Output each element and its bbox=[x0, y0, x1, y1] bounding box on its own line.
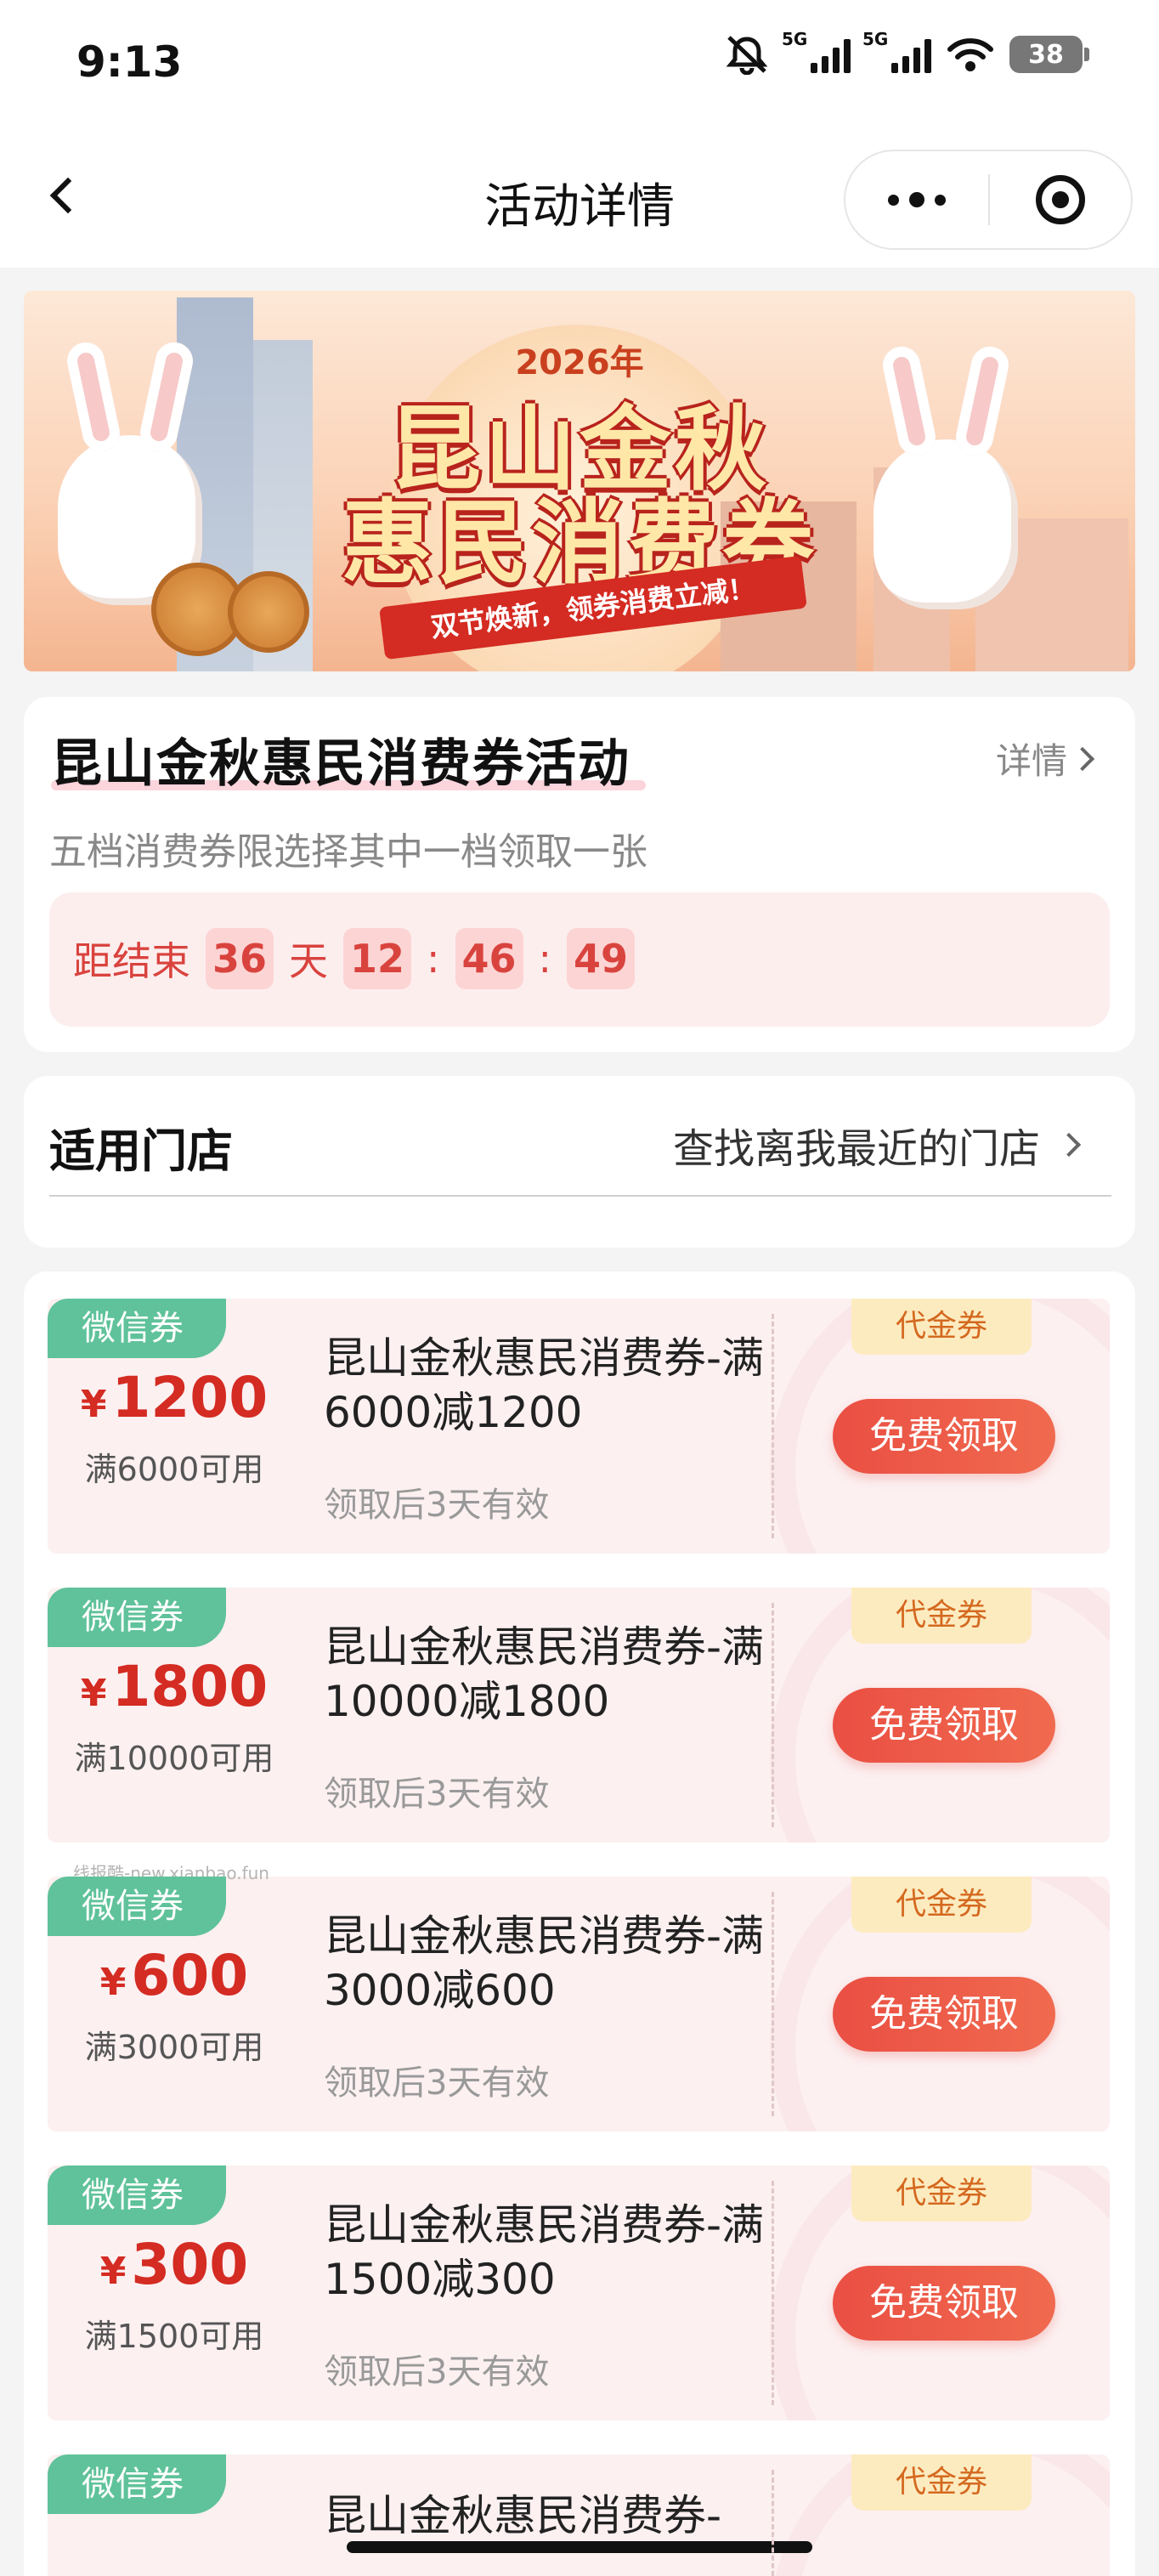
coupon-type-badge: 代金券 bbox=[851, 2454, 1032, 2511]
claim-free-button[interactable]: 免费领取 bbox=[833, 1977, 1055, 2052]
coupon-type-badge: 代金券 bbox=[851, 1877, 1032, 1933]
coupon-type-badge: 代金券 bbox=[851, 1588, 1032, 1644]
home-indicator[interactable] bbox=[347, 2541, 812, 2553]
coupon-validity: 领取后3天有效 bbox=[324, 1486, 550, 1525]
details-link[interactable]: 详情 bbox=[996, 733, 1095, 784]
wechat-coupon-tag: 微信券 bbox=[48, 1877, 226, 1936]
wifi-icon bbox=[947, 38, 993, 71]
coupon-amount: ¥1800 bbox=[80, 1654, 269, 1719]
banner-title-line2: 惠民消费券 bbox=[341, 490, 817, 597]
coupon-validity: 领取后3天有效 bbox=[324, 2352, 550, 2392]
wechat-coupon-tag: 微信券 bbox=[48, 1299, 226, 1358]
mute-icon bbox=[726, 36, 768, 75]
coupon-condition: 满10000可用 bbox=[74, 1740, 274, 1777]
activity-title: 昆山金秋惠民消费券活动 bbox=[51, 734, 630, 794]
coupon-condition: 满6000可用 bbox=[84, 1451, 264, 1488]
coupon-condition: 满3000可用 bbox=[84, 2029, 264, 2066]
coupon-validity: 领取后3天有效 bbox=[324, 1775, 550, 1814]
coupon-card: 微信券 昆山金秋惠民消费券- 代金券 bbox=[48, 2454, 1110, 2576]
coupon-card: 微信券 ¥300 满1500可用 昆山金秋惠民消费券-满1500减300 领取后… bbox=[48, 2166, 1110, 2420]
claim-free-button[interactable]: 免费领取 bbox=[833, 1688, 1055, 1763]
wechat-coupon-tag: 微信券 bbox=[48, 1588, 226, 1647]
stores-title: 适用门店 bbox=[49, 1124, 233, 1178]
coupon-type-badge: 代金券 bbox=[851, 1299, 1032, 1355]
status-time: 9:13 bbox=[76, 37, 183, 87]
more-dots-icon bbox=[888, 194, 899, 206]
coupon-type-badge: 代金券 bbox=[851, 2166, 1032, 2222]
countdown-minutes: 46 bbox=[455, 928, 523, 989]
coupon-name: 昆山金秋惠民消费券-满10000减1800 bbox=[324, 1622, 765, 1726]
countdown-days: 36 bbox=[206, 928, 274, 989]
countdown-seconds: 49 bbox=[567, 928, 636, 989]
countdown-label: 距结束 bbox=[73, 938, 190, 984]
coupon-amount: ¥600 bbox=[99, 1943, 249, 2008]
target-close-icon bbox=[1035, 175, 1085, 224]
coupon-amount: ¥300 bbox=[99, 2232, 249, 2297]
coupon-validity: 领取后3天有效 bbox=[324, 2064, 550, 2103]
claim-free-button[interactable]: 免费领取 bbox=[833, 2266, 1055, 2341]
wechat-coupon-tag: 微信券 bbox=[48, 2166, 226, 2225]
activity-banner: 2026年 昆山金秋 惠民消费券 双节焕新，领券消费立减！ bbox=[24, 291, 1135, 671]
status-icons: 5G 5G 38 bbox=[724, 29, 1089, 75]
wechat-coupon-tag: 微信券 bbox=[48, 2454, 226, 2514]
battery-icon: 38 bbox=[1009, 36, 1089, 73]
countdown-panel: 距结束 36 天 12 : 46 : 49 bbox=[49, 892, 1110, 1027]
coupon-amount: ¥1200 bbox=[80, 1365, 269, 1430]
coupon-card: 微信券 ¥1200 满6000可用 昆山金秋惠民消费券-满6000减1200 领… bbox=[48, 1299, 1110, 1554]
coupon-name: 昆山金秋惠民消费券-满1500减300 bbox=[324, 2200, 765, 2304]
find-nearest-store-link[interactable]: 查找离我最近的门店 bbox=[673, 1115, 1082, 1175]
activity-subtitle: 五档消费券限选择其中一档领取一张 bbox=[49, 830, 647, 874]
more-button[interactable] bbox=[845, 151, 988, 248]
signal-icon-2: 5G bbox=[862, 29, 931, 73]
coupon-name: 昆山金秋惠民消费券- bbox=[324, 2491, 722, 2540]
coupon-card: 微信券 ¥600 满3000可用 昆山金秋惠民消费券-满3000减600 领取后… bbox=[48, 1877, 1110, 2132]
coupon-condition: 满1500可用 bbox=[84, 2318, 264, 2355]
coupon-card: 微信券 ¥1800 满10000可用 昆山金秋惠民消费券-满10000减1800… bbox=[48, 1588, 1110, 1843]
close-miniprogram-button[interactable] bbox=[990, 151, 1131, 248]
miniprogram-capsule bbox=[844, 150, 1133, 250]
claim-free-button[interactable]: 免费领取 bbox=[833, 1399, 1055, 1474]
signal-icon: 5G bbox=[782, 29, 851, 73]
countdown-hours: 12 bbox=[343, 928, 412, 989]
chevron-right-icon bbox=[1056, 1132, 1082, 1158]
chevron-right-icon bbox=[1070, 746, 1095, 771]
coupon-name: 昆山金秋惠民消费券-满3000减600 bbox=[324, 1911, 765, 2015]
countdown-day-unit: 天 bbox=[289, 938, 329, 984]
coupon-name: 昆山金秋惠民消费券-满6000减1200 bbox=[324, 1333, 765, 1437]
